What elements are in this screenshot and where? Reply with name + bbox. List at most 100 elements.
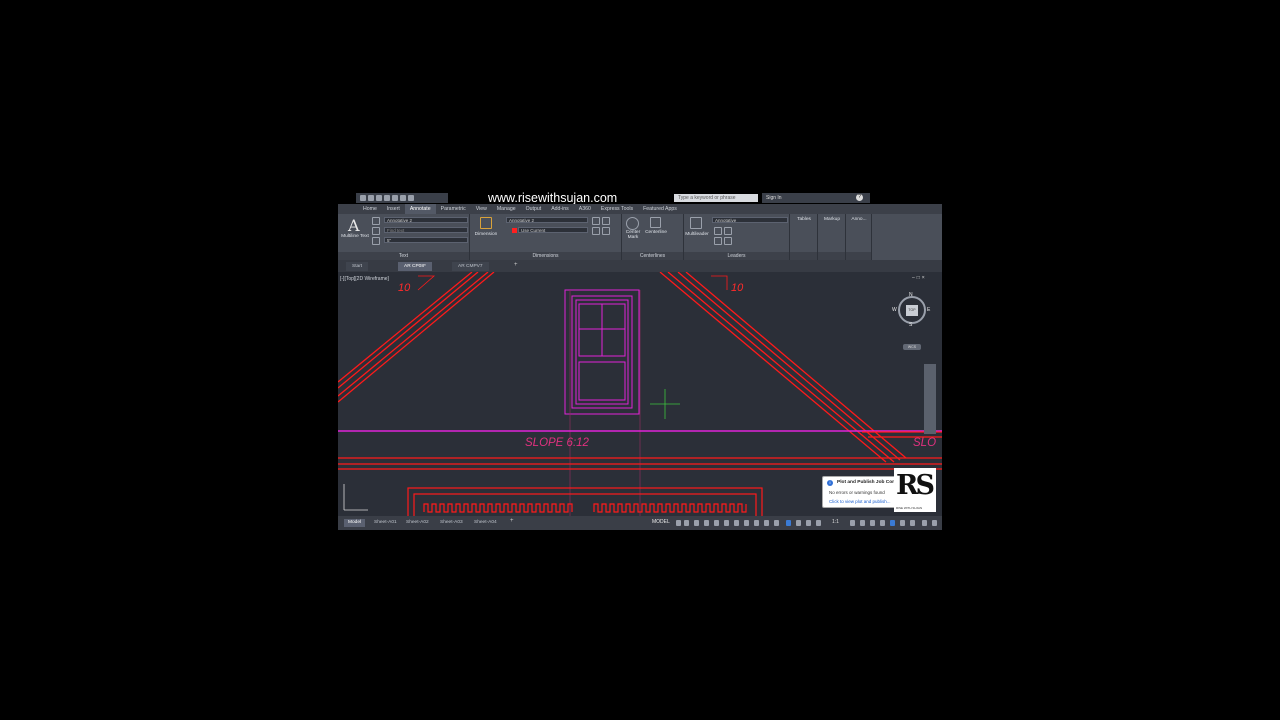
collect-leader-icon[interactable] (724, 237, 732, 245)
tab-express-tools[interactable]: Express Tools (596, 204, 638, 214)
undo-icon[interactable] (400, 195, 406, 201)
save-icon[interactable] (384, 195, 390, 201)
otrack-icon[interactable] (724, 520, 729, 526)
multileader-button[interactable]: Multileader (684, 232, 710, 237)
dim-tool-icon[interactable] (592, 227, 600, 235)
redo-icon[interactable] (408, 195, 414, 201)
viewport-label[interactable]: [-][Top][2D Wireframe] (340, 276, 389, 282)
centerline-button[interactable]: Centerline (644, 230, 668, 235)
navigation-bar[interactable] (924, 364, 936, 434)
dim-style-select[interactable]: Annotative 2 (506, 217, 588, 223)
text-panel-title[interactable]: Text (338, 252, 469, 260)
tab-view[interactable]: View (471, 204, 492, 214)
viewcube-top-face[interactable]: TOP (906, 305, 918, 316)
sign-in-button[interactable]: Sign In (762, 193, 870, 203)
fullscreen-icon[interactable] (922, 520, 927, 526)
osnap-icon[interactable] (714, 520, 719, 526)
drawing-viewport[interactable]: [-][Top][2D Wireframe] 12 10 12 10 SLOPE… (338, 272, 942, 516)
quick-properties-icon[interactable] (880, 520, 885, 526)
clean-screen-icon[interactable] (910, 520, 915, 526)
find-text-input[interactable]: Find text (384, 227, 468, 233)
align-leader-icon[interactable] (714, 237, 722, 245)
grid-icon[interactable] (676, 520, 681, 526)
dimensions-panel-title[interactable]: Dimensions (470, 252, 621, 260)
compass-n[interactable]: N (909, 292, 913, 298)
multiline-text-button[interactable]: Multiline Text (340, 234, 370, 239)
3d-osnap-icon[interactable] (764, 520, 769, 526)
hardware-acceleration-icon[interactable] (900, 520, 905, 526)
new-icon[interactable] (368, 195, 374, 201)
help-icon[interactable]: ? (856, 194, 863, 201)
workspace-gear-icon[interactable] (850, 520, 855, 526)
layout-tab-model[interactable]: Model (344, 519, 366, 527)
dim-layer-select[interactable]: Use Current (518, 227, 588, 233)
wcs-menu[interactable]: WCS (903, 344, 921, 350)
units-icon[interactable] (870, 520, 875, 526)
text-style-select[interactable]: Annotative 2 (384, 217, 468, 223)
center-mark-button[interactable]: Center Mark (622, 230, 644, 240)
app-menu-icon[interactable] (360, 195, 366, 201)
file-tab-ar-cmpv7[interactable]: AR CMPV7 (452, 262, 489, 271)
print-icon[interactable] (392, 195, 398, 201)
centerline-icon[interactable] (650, 217, 661, 228)
file-tab-start[interactable]: Start (346, 262, 369, 271)
dim-tool-icon[interactable] (602, 217, 610, 225)
selection-filter-icon[interactable] (786, 520, 791, 526)
customization-menu-icon[interactable] (932, 520, 937, 526)
selection-cycling-icon[interactable] (754, 520, 759, 526)
remove-leader-icon[interactable] (724, 227, 732, 235)
compass-w[interactable]: W (892, 307, 897, 313)
isolate-objects-icon[interactable] (890, 520, 895, 526)
annotation-visibility-icon[interactable] (806, 520, 811, 526)
dimension-button[interactable]: Dimension (470, 232, 502, 237)
annotation-scale[interactable]: 1:1 (832, 519, 839, 525)
lineweight-icon[interactable] (734, 520, 739, 526)
annotation-monitor-icon[interactable] (860, 520, 865, 526)
dimension-icon[interactable] (480, 217, 492, 229)
add-leader-icon[interactable] (714, 227, 722, 235)
dim-tool-icon[interactable] (592, 217, 600, 225)
centerlines-panel-title[interactable]: Centerlines (622, 252, 683, 260)
auto-scale-icon[interactable] (816, 520, 821, 526)
gizmo-icon[interactable] (796, 520, 801, 526)
tab-a360[interactable]: A360 (574, 204, 596, 214)
tab-annotate[interactable]: Annotate (404, 204, 436, 214)
compass-e[interactable]: E (927, 307, 930, 313)
leaders-panel-title[interactable]: Leaders (684, 252, 789, 260)
new-tab-icon[interactable]: + (514, 262, 518, 268)
polar-icon[interactable] (704, 520, 709, 526)
ortho-icon[interactable] (694, 520, 699, 526)
leader-style-select[interactable]: Annotative (712, 217, 788, 223)
layout-tab-sheet-a02[interactable]: Sheet-A02 (402, 519, 433, 527)
tab-parametric[interactable]: Parametric (436, 204, 471, 214)
add-layout-icon[interactable]: + (510, 518, 514, 524)
layout-tab-sheet-a04[interactable]: Sheet-A04 (470, 519, 501, 527)
tab-add-ins[interactable]: Add-ins (546, 204, 574, 214)
markup-label[interactable]: Markup (818, 217, 846, 222)
snap-icon[interactable] (684, 520, 689, 526)
dim-tool-icon[interactable] (602, 227, 610, 235)
layout-tab-sheet-a03[interactable]: Sheet-A03 (436, 519, 467, 527)
tab-output[interactable]: Output (521, 204, 547, 214)
layout-tab-sheet-a01[interactable]: Sheet-A01 (370, 519, 401, 527)
tab-manage[interactable]: Manage (492, 204, 521, 214)
tab-insert[interactable]: Insert (382, 204, 405, 214)
viewcube[interactable]: N S E W TOP (892, 292, 930, 328)
compass-s[interactable]: S (909, 322, 912, 328)
multileader-icon[interactable] (690, 217, 702, 229)
tables-label[interactable]: Tables (790, 217, 818, 222)
model-space-toggle[interactable]: MODEL (652, 519, 670, 525)
annotation-scaling-label[interactable]: Anno... (846, 217, 872, 222)
multiline-text-icon[interactable]: A (348, 216, 360, 235)
file-tab-ar-cp08[interactable]: AR CP08* (398, 262, 432, 271)
center-mark-icon[interactable] (626, 217, 639, 230)
open-icon[interactable] (376, 195, 382, 201)
notification-link[interactable]: Click to view plot and publish... (829, 499, 891, 504)
dynamic-ucs-icon[interactable] (774, 520, 779, 526)
search-input[interactable]: Type a keyword or phrase (674, 194, 758, 202)
viewport-window-controls[interactable]: –□× (912, 275, 927, 281)
tab-home[interactable]: Home (358, 204, 382, 214)
text-height-input[interactable]: 5" (384, 237, 468, 243)
tab-featured-apps[interactable]: Featured Apps (638, 204, 682, 214)
transparency-icon[interactable] (744, 520, 749, 526)
